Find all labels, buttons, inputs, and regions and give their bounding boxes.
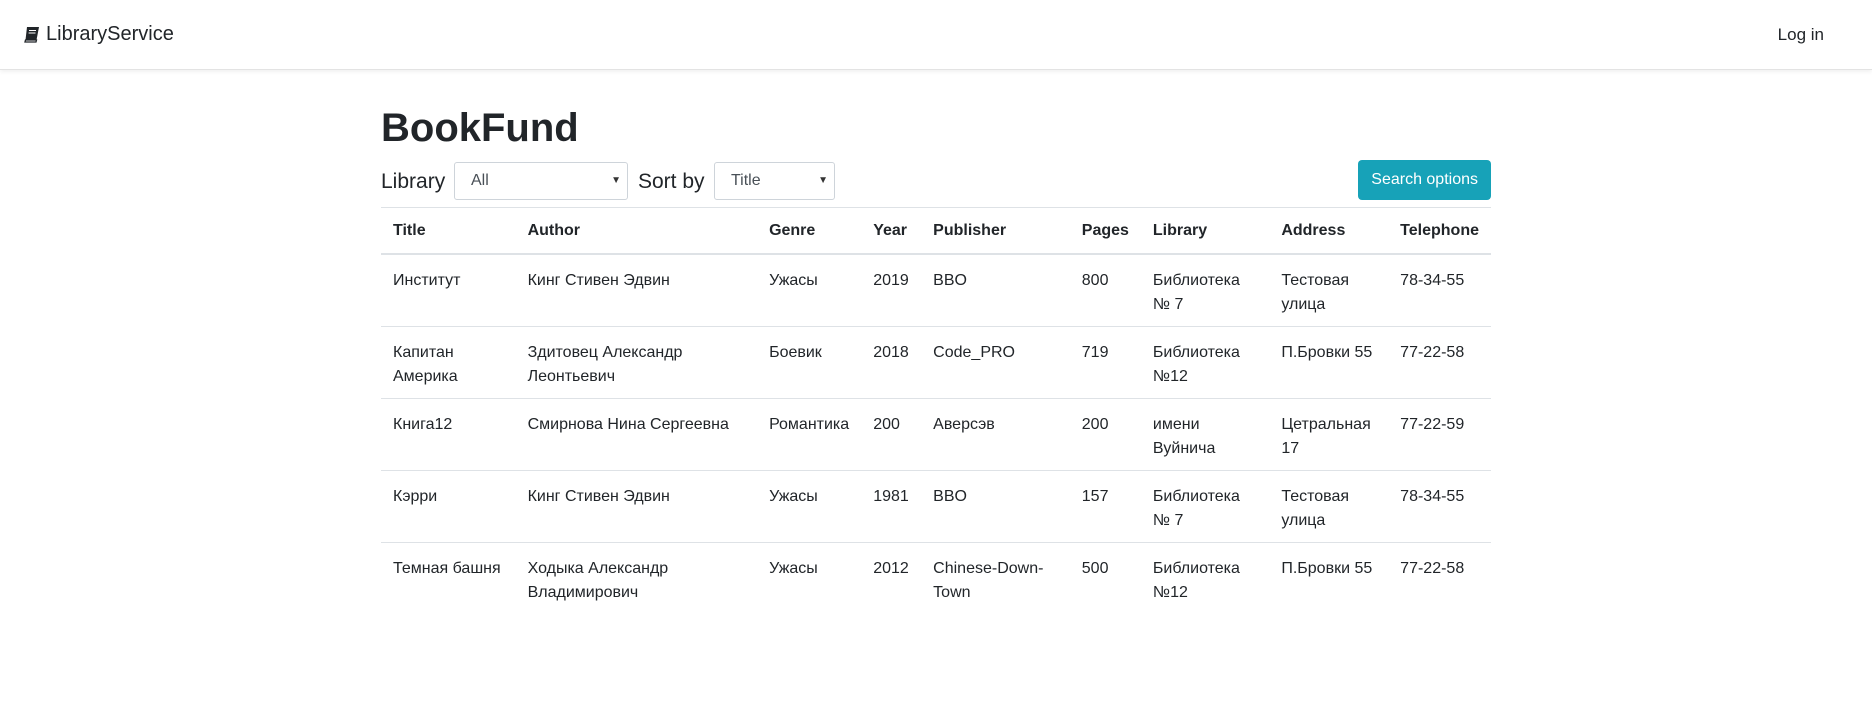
cell-telephone: 77-22-58 [1388, 542, 1491, 614]
header-telephone[interactable]: Telephone [1388, 207, 1491, 255]
chevron-down-icon: ▼ [818, 175, 828, 186]
cell-genre: Романтика [757, 398, 862, 471]
cell-telephone: 77-22-58 [1388, 326, 1491, 399]
table-row[interactable]: Кэрри Кинг Стивен Эдвин Ужасы 1981 BBO 1… [381, 470, 1491, 543]
cell-pages: 500 [1069, 542, 1141, 614]
header-pages[interactable]: Pages [1069, 207, 1141, 255]
table-row[interactable]: Институт Кинг Стивен Эдвин Ужасы 2019 BB… [381, 254, 1491, 327]
brand-link[interactable]: LibraryService [24, 23, 174, 46]
cell-pages: 800 [1081, 272, 1109, 289]
book-icon [24, 26, 40, 43]
page-title: BookFund [381, 106, 579, 150]
cell-address: П.Бровки 55 [1269, 326, 1389, 399]
cell-publisher: Аверсэв [921, 398, 1070, 471]
login-link[interactable]: Log in [1778, 25, 1824, 45]
cell-pages: 200 [1069, 398, 1141, 471]
filter-bar: Library All ▼ Sort by Title ▼ Search opt… [381, 160, 1491, 202]
sort-select[interactable]: Title ▼ [714, 162, 835, 200]
cell-author: Кинг Стивен Эдвин [527, 272, 670, 289]
header-address[interactable]: Address [1269, 207, 1389, 255]
cell-telephone: 78-34-55 [1400, 272, 1465, 289]
table-row[interactable]: Темная башня Ходыка Александр Владимиров… [381, 542, 1491, 614]
cell-year: 1981 [861, 470, 922, 543]
cell-library: Библиотека № 7 [1152, 272, 1240, 313]
cell-library: Библиотека № 7 [1140, 470, 1270, 543]
search-options-button[interactable]: Search options [1358, 160, 1491, 200]
header-author[interactable]: Author [515, 207, 758, 255]
cell-year: 2012 [861, 542, 922, 614]
cell-address: Цетральная 17 [1269, 398, 1389, 471]
cell-year: 2019 [873, 272, 909, 289]
books-table: Title Author Genre Year Publisher Pages … [381, 207, 1491, 614]
brand-label: LibraryService [46, 23, 174, 45]
navbar: LibraryService Log in [0, 0, 1872, 70]
cell-telephone: 78-34-55 [1388, 470, 1491, 543]
cell-title: Темная башня [381, 542, 516, 614]
cell-title: Институт [393, 272, 461, 289]
cell-publisher: Code_PRO [921, 326, 1070, 399]
cell-author: Смирнова Нина Сергеевна [515, 398, 758, 471]
cell-year: 200 [861, 398, 922, 471]
cell-year: 2018 [861, 326, 922, 399]
cell-address: Тестовая улица [1281, 272, 1350, 313]
library-select[interactable]: All ▼ [454, 162, 628, 200]
cell-genre: Ужасы [757, 470, 862, 543]
cell-title: Книга12 [381, 398, 516, 471]
library-select-value: All [471, 172, 489, 189]
table-row[interactable]: Книга12 Смирнова Нина Сергеевна Романтик… [381, 398, 1491, 471]
cell-author: Здитовец Александр Леонтьевич [515, 326, 758, 399]
cell-genre: Ужасы [757, 542, 862, 614]
cell-author: Кинг Стивен Эдвин [515, 470, 758, 543]
cell-telephone: 77-22-59 [1388, 398, 1491, 471]
cell-publisher: BBO [933, 272, 967, 289]
table-row[interactable]: Капитан Америка Здитовец Александр Леонт… [381, 326, 1491, 399]
header-publisher[interactable]: Publisher [921, 207, 1070, 255]
cell-address: П.Бровки 55 [1269, 542, 1389, 614]
library-label: Library [381, 170, 446, 193]
chevron-down-icon: ▼ [611, 175, 621, 186]
cell-genre: Ужасы [769, 272, 818, 289]
cell-genre: Боевик [757, 326, 862, 399]
sort-select-value: Title [731, 172, 761, 189]
header-genre[interactable]: Genre [757, 207, 862, 255]
table-header-row: Title Author Genre Year Publisher Pages … [381, 207, 1491, 255]
cell-address: Тестовая улица [1269, 470, 1389, 543]
cell-publisher: BBO [921, 470, 1070, 543]
cell-library: Библиотека №12 [1140, 326, 1270, 399]
cell-title: Капитан Америка [381, 326, 516, 399]
cell-pages: 719 [1069, 326, 1141, 399]
sort-label: Sort by [638, 170, 705, 193]
cell-title: Кэрри [381, 470, 516, 543]
cell-author: Ходыка Александр Владимирович [515, 542, 758, 614]
header-title[interactable]: Title [381, 207, 516, 255]
cell-library: Библиотека №12 [1140, 542, 1270, 614]
cell-library: имени Вуйнича [1140, 398, 1270, 471]
cell-publisher: Chinese-Down-Town [921, 542, 1070, 614]
header-year[interactable]: Year [861, 207, 922, 255]
cell-pages: 157 [1069, 470, 1141, 543]
header-library[interactable]: Library [1140, 207, 1270, 255]
